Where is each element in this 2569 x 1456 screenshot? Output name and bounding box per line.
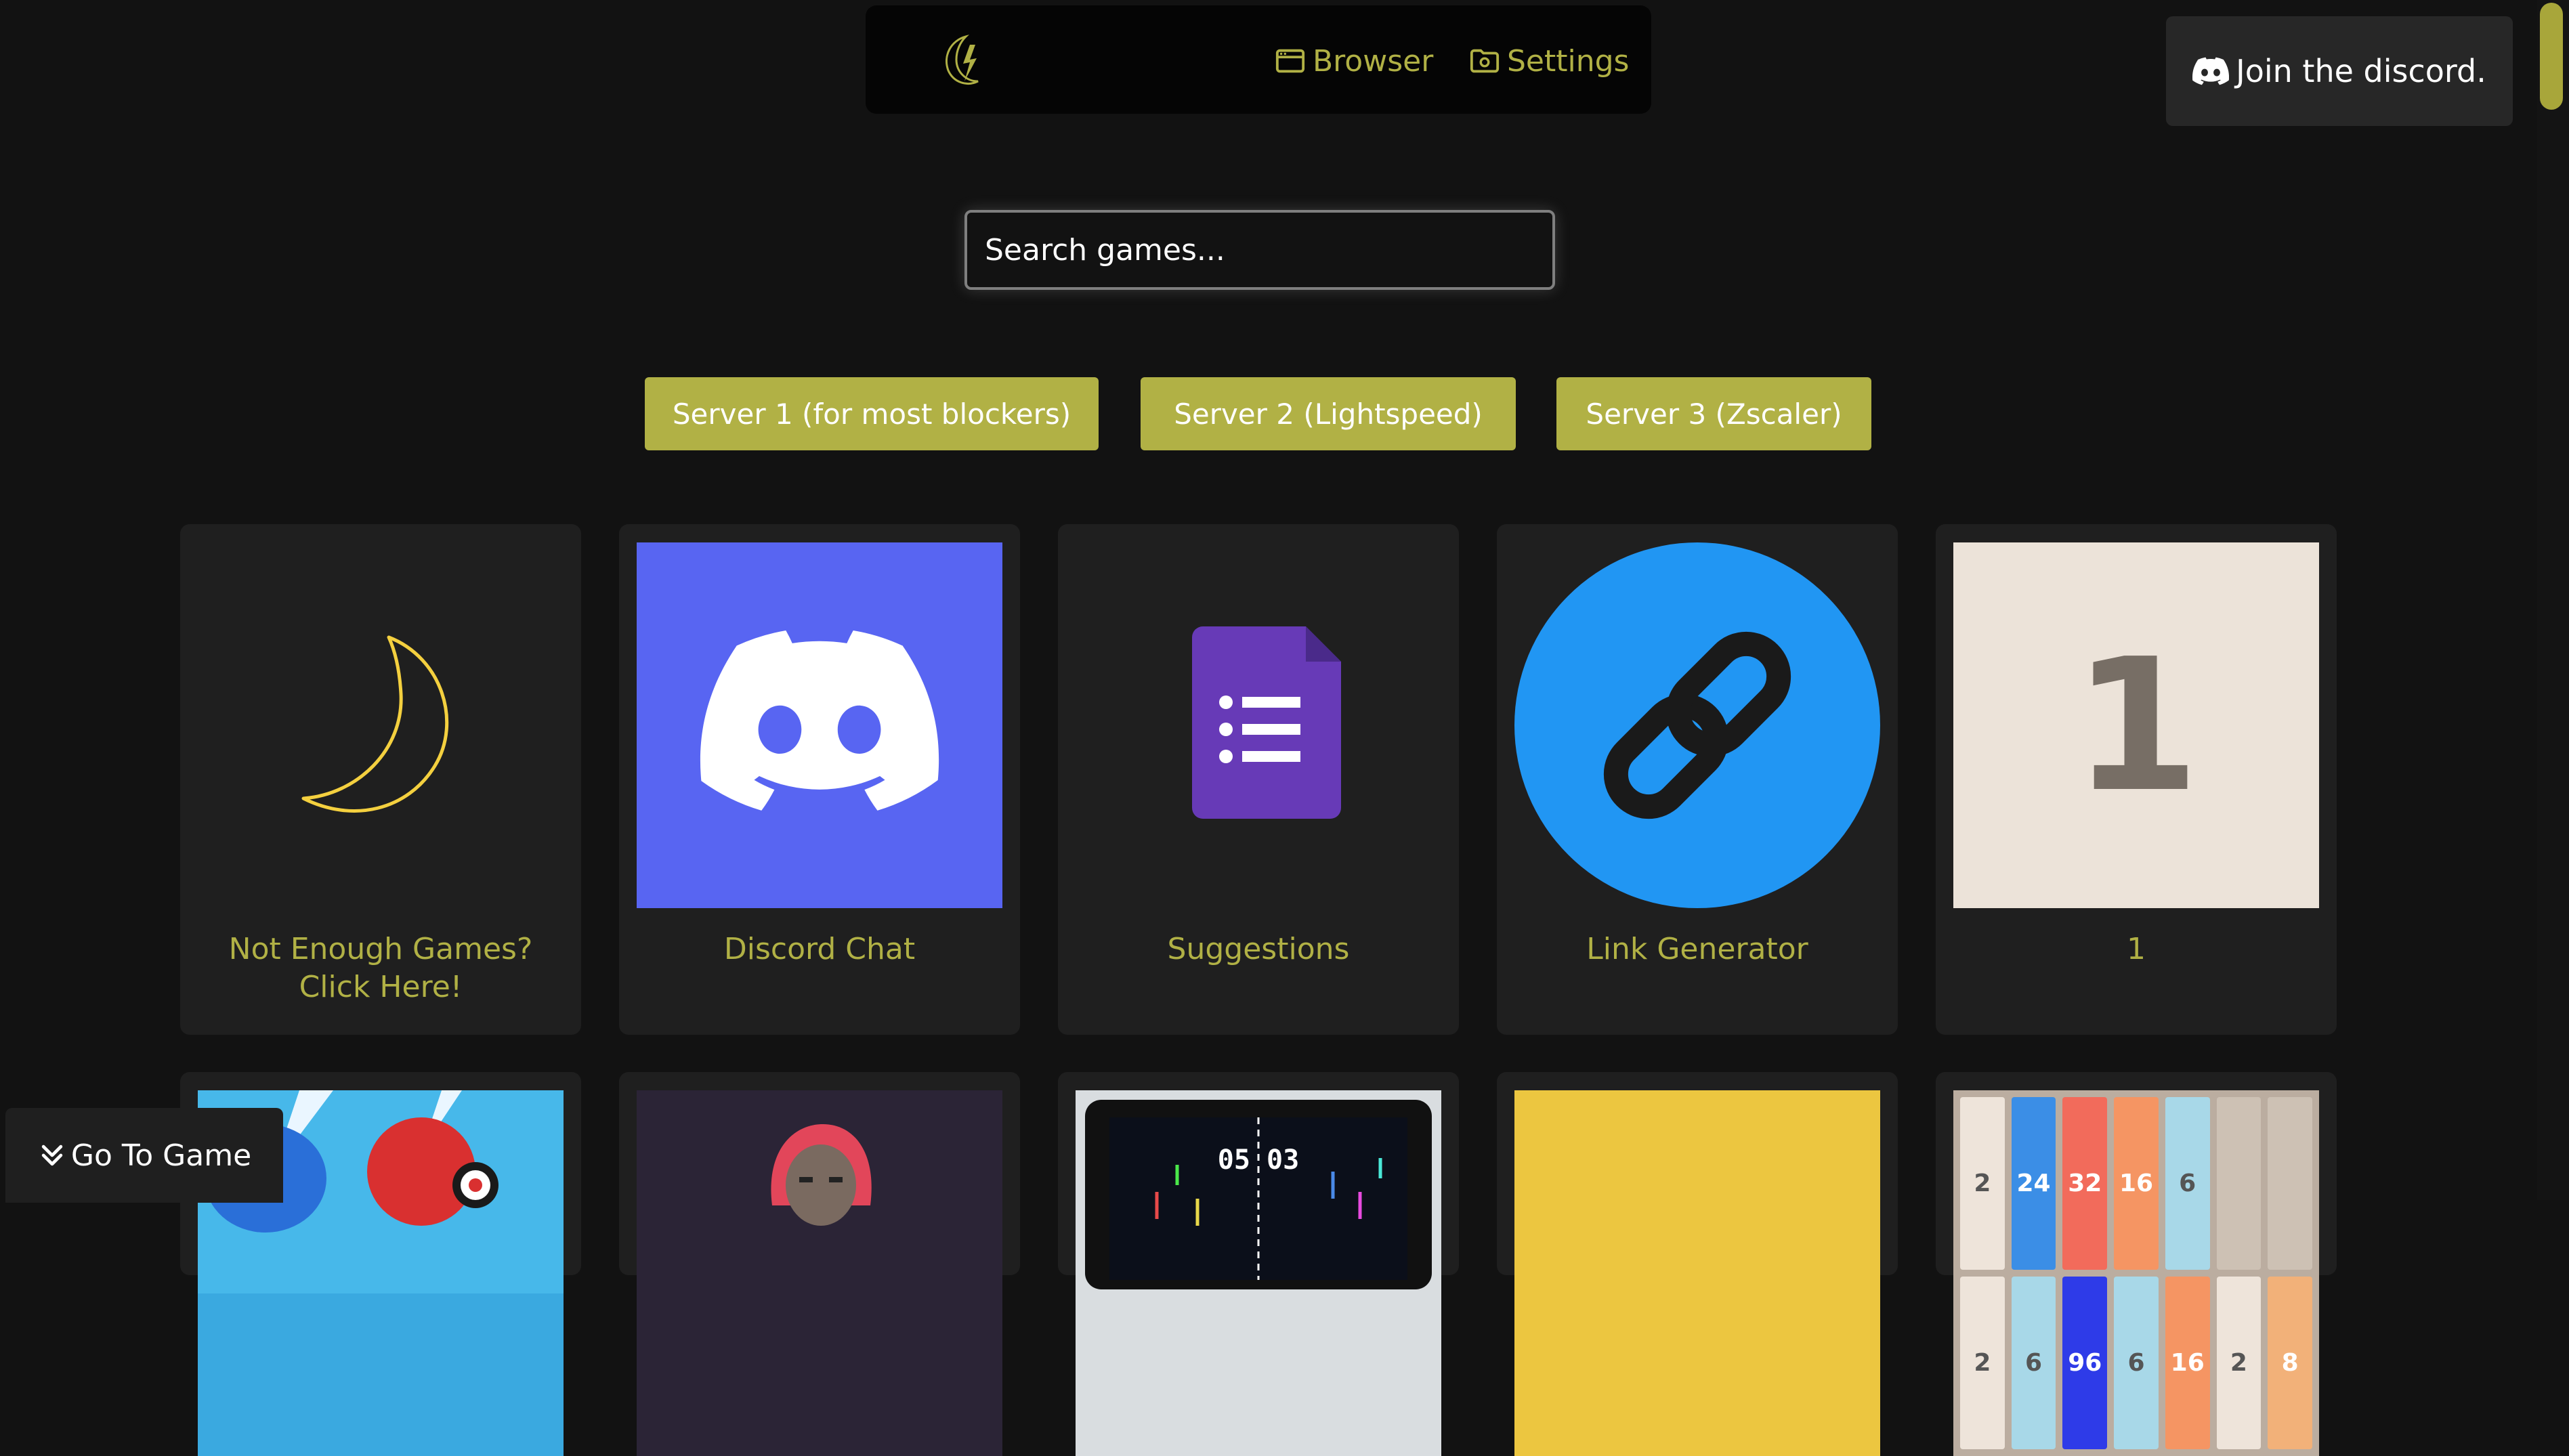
- game-card-discord-chat[interactable]: Discord Chat: [619, 524, 1020, 1035]
- game-title: 1: [2127, 932, 2146, 966]
- tile: 6: [2114, 1277, 2159, 1449]
- moon-icon: [301, 635, 449, 813]
- server-3-button[interactable]: Server 3 (Zscaler): [1556, 377, 1871, 450]
- server-2-button[interactable]: Server 2 (Lightspeed): [1141, 377, 1516, 450]
- game-thumbnail: [1514, 1090, 1880, 1456]
- join-discord-label: Join the discord.: [2236, 53, 2486, 89]
- tile: 6: [2165, 1097, 2210, 1270]
- tile: 16: [2114, 1097, 2159, 1270]
- game-card-not-enough-games[interactable]: Not Enough Games? Click Here!: [180, 524, 581, 1035]
- game-thumbnail: [637, 1090, 1002, 1456]
- tile: 6: [2011, 1277, 2056, 1449]
- game-thumbnail: [1076, 542, 1441, 908]
- nav-browser-link[interactable]: Browser: [1275, 41, 1433, 81]
- game-thumbnail: [637, 542, 1002, 908]
- page-scrollbar-thumb[interactable]: [2540, 3, 2563, 110]
- game-card-suggestions[interactable]: Suggestions: [1058, 524, 1459, 1035]
- tile: 32: [2062, 1097, 2108, 1270]
- discord-icon: [2192, 57, 2230, 85]
- game-card-row2-3[interactable]: 05 03: [1058, 1072, 1459, 1456]
- game-art: [771, 1124, 872, 1226]
- game-thumbnail: [1514, 542, 1880, 908]
- tile: 2: [1960, 1097, 2005, 1270]
- link-icon: [1514, 542, 1880, 908]
- game-thumbnail: 2 24 32 16 6 2 6 96 6 16 2 8: [1953, 1090, 2319, 1456]
- search-games-input[interactable]: [967, 213, 1552, 287]
- top-navigation-bar: Browser Settings: [866, 5, 1651, 114]
- game-title: Link Generator: [1586, 932, 1808, 966]
- game-title: Not Enough Games? Click Here!: [228, 932, 533, 1004]
- search-box: [964, 210, 1555, 290]
- tile: 24: [2011, 1097, 2056, 1270]
- tile: 8: [2268, 1277, 2312, 1449]
- double-chevron-down-icon: [41, 1144, 63, 1166]
- nav-browser-label: Browser: [1313, 43, 1434, 79]
- game-title: Suggestions: [1167, 932, 1350, 966]
- folder-gear-icon: [1470, 49, 1500, 73]
- server-1-button[interactable]: Server 1 (for most blockers): [645, 377, 1099, 450]
- game-card-link-generator[interactable]: Link Generator: [1497, 524, 1898, 1035]
- game-card-1[interactable]: 1 1: [1936, 524, 2337, 1035]
- tile: [2268, 1097, 2312, 1270]
- game-art: [1085, 1100, 1432, 1289]
- tile-grid: 2 24 32 16 6 2 6 96 6 16 2 8: [1953, 1090, 2319, 1456]
- tile: 2: [2216, 1277, 2262, 1449]
- tile: 96: [2062, 1277, 2108, 1449]
- game-card-row2-4[interactable]: [1497, 1072, 1898, 1456]
- join-discord-button[interactable]: Join the discord.: [2166, 16, 2513, 126]
- page-scrollbar-track[interactable]: [2537, 0, 2569, 1200]
- go-to-game-button[interactable]: Go To Game: [5, 1108, 283, 1203]
- game-card-row2-5[interactable]: 2 24 32 16 6 2 6 96 6 16 2 8: [1936, 1072, 2337, 1456]
- nav-settings-link[interactable]: Settings: [1469, 41, 1629, 81]
- game-title: Discord Chat: [723, 932, 916, 966]
- browser-window-icon: [1275, 49, 1305, 73]
- discord-icon: [700, 630, 939, 811]
- moon-bolt-logo-icon[interactable]: [933, 33, 988, 91]
- tile: 16: [2165, 1277, 2210, 1449]
- go-to-game-label: Go To Game: [70, 1138, 252, 1173]
- game-thumbnail: 05 03: [1076, 1090, 1441, 1456]
- nav-settings-label: Settings: [1507, 43, 1630, 79]
- pong-score: 05 03: [1217, 1144, 1300, 1176]
- thumbnail-number: 1: [2073, 618, 2200, 832]
- game-thumbnail: 1: [1953, 542, 2319, 908]
- game-thumbnail: [198, 542, 564, 908]
- game-card-row2-2[interactable]: [619, 1072, 1020, 1456]
- tile: [2216, 1097, 2262, 1270]
- google-forms-icon: [1192, 626, 1341, 819]
- tile: 2: [1960, 1277, 2005, 1449]
